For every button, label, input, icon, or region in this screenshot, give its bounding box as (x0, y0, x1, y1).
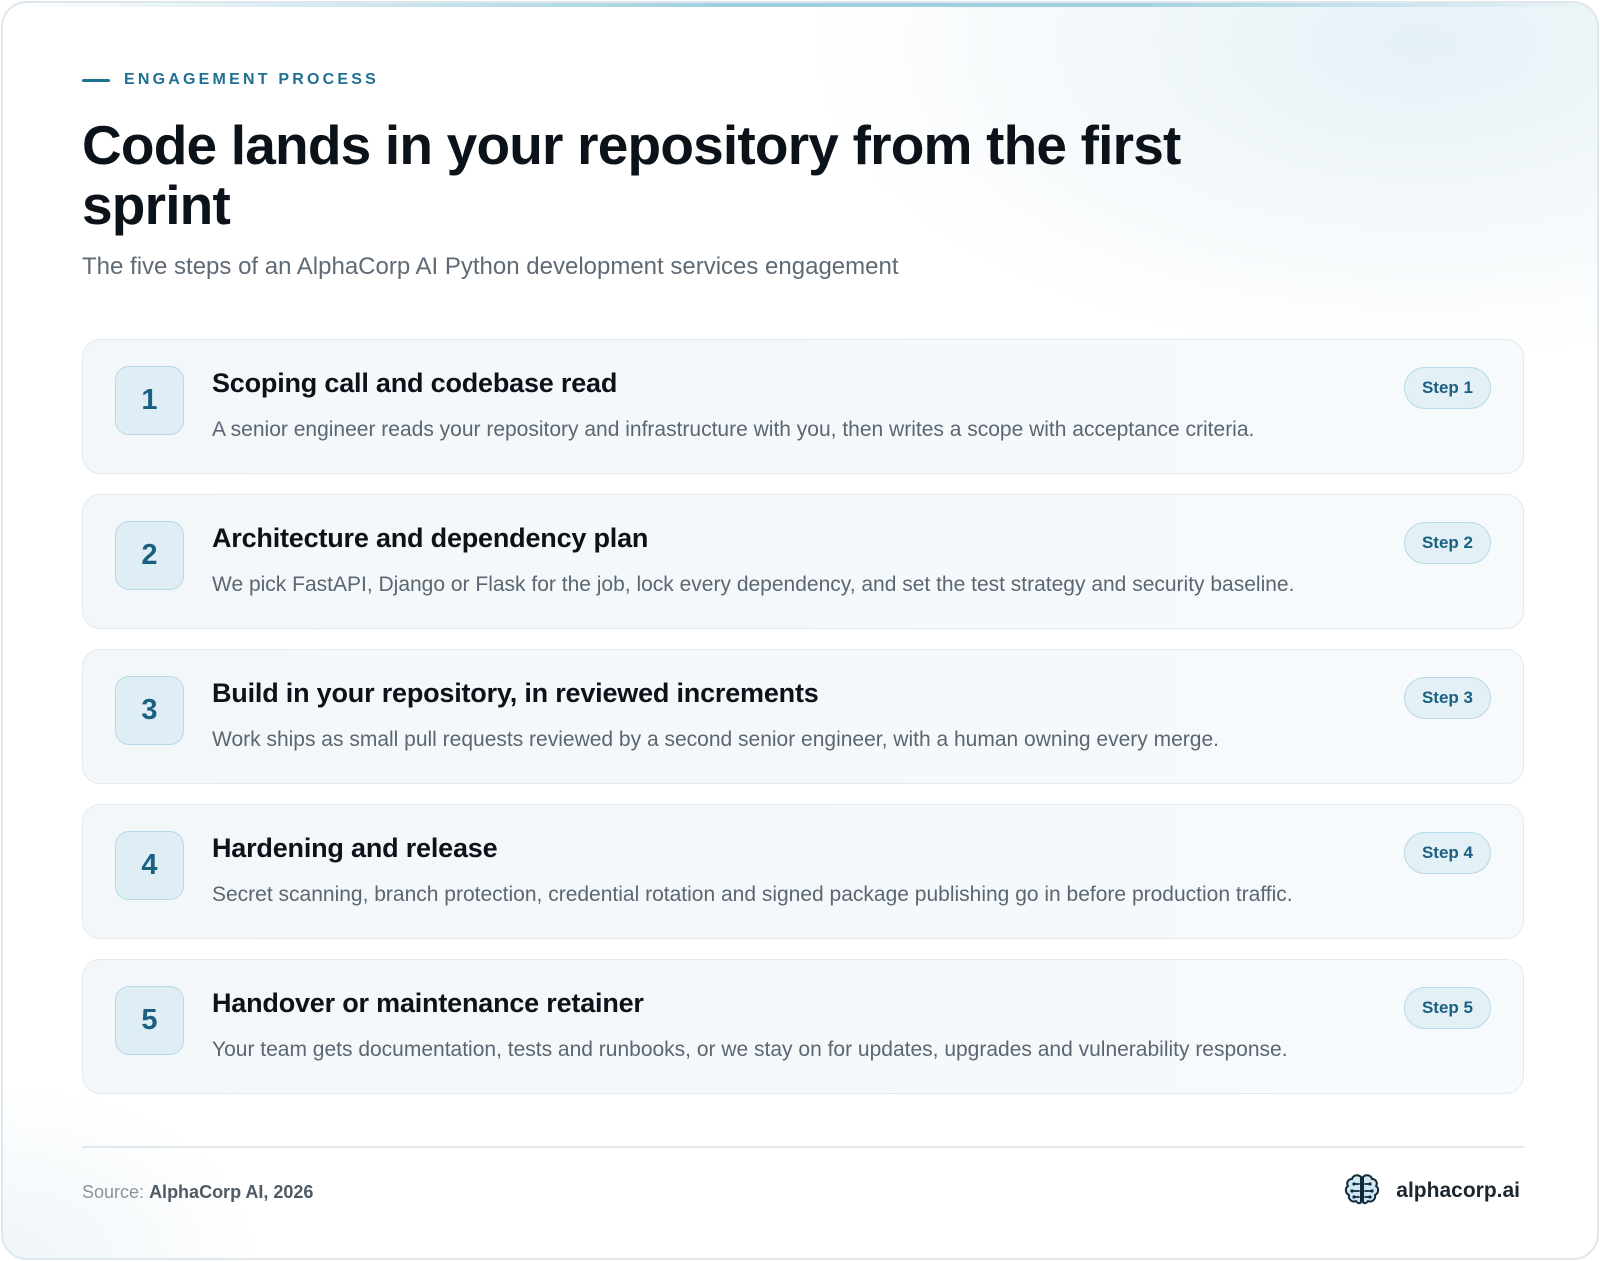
eyebrow: ENGAGEMENT PROCESS (82, 71, 379, 89)
step-title: Architecture and dependency plan (212, 523, 649, 553)
top-accent-line (3, 3, 1597, 7)
footer-divider (82, 1146, 1524, 1148)
step-description: We pick FastAPI, Django or Flask for the… (212, 573, 1295, 596)
brand-name: alphacorp.ai (1396, 1179, 1520, 1202)
page-title: Code lands in your repository from the f… (82, 114, 1181, 236)
step-badge: Step 1 (1403, 367, 1491, 409)
steps-list: 1 Scoping call and codebase read A senio… (82, 339, 1524, 1094)
step-number: 1 (115, 366, 184, 435)
step-badge: Step 5 (1403, 987, 1491, 1029)
step-description: Secret scanning, branch protection, cred… (212, 883, 1293, 906)
step-number: 4 (115, 831, 184, 900)
step-card-4: 4 Hardening and release Secret scanning,… (82, 804, 1524, 939)
step-badge: Step 4 (1403, 832, 1491, 874)
step-card-5: 5 Handover or maintenance retainer Your … (82, 959, 1524, 1094)
eyebrow-label: ENGAGEMENT PROCESS (124, 71, 379, 88)
step-badge: Step 3 (1403, 677, 1491, 719)
step-title: Scoping call and codebase read (212, 368, 618, 398)
source-value: AlphaCorp AI, 2026 (149, 1182, 314, 1202)
step-card-1: 1 Scoping call and codebase read A senio… (82, 339, 1524, 474)
step-badge: Step 2 (1403, 522, 1491, 564)
step-number: 3 (115, 676, 184, 745)
step-number: 2 (115, 521, 184, 590)
step-card-2: 2 Architecture and dependency plan We pi… (82, 494, 1524, 629)
step-card-3: 3 Build in your repository, in reviewed … (82, 649, 1524, 784)
step-number: 5 (115, 986, 184, 1055)
step-description: A senior engineer reads your repository … (212, 418, 1255, 441)
step-title: Handover or maintenance retainer (212, 988, 644, 1018)
step-description: Work ships as small pull requests review… (212, 728, 1219, 751)
step-title: Hardening and release (212, 833, 498, 863)
eyebrow-rule (82, 78, 110, 82)
brand-logo: alphacorp.ai (1342, 1171, 1520, 1211)
step-title: Build in your repository, in reviewed in… (212, 678, 819, 708)
source-note: Source: AlphaCorp AI, 2026 (82, 1182, 313, 1203)
page-subtitle: The five steps of an AlphaCorp AI Python… (82, 253, 899, 280)
step-description: Your team gets documentation, tests and … (212, 1038, 1288, 1061)
process-card: ENGAGEMENT PROCESS Code lands in your re… (1, 1, 1599, 1260)
brain-icon (1345, 1174, 1380, 1205)
source-label: Source: (82, 1182, 145, 1202)
